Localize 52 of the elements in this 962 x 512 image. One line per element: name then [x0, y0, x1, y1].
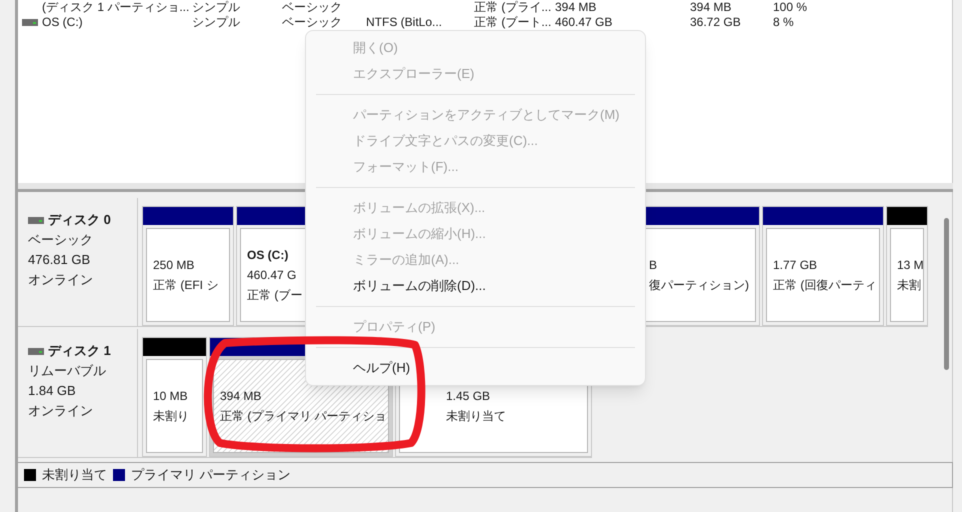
partition-text: 394 MB [220, 388, 262, 405]
partition-block[interactable]: 1.77 GB 正常 (回復パーティ [762, 206, 884, 326]
partition-text: 正常 (回復パーティ [773, 277, 876, 294]
disk-name: ディスク 0 [48, 211, 111, 229]
partition-text: 1.45 GB [446, 388, 490, 405]
partition-block[interactable]: 10 MB 未割り [142, 337, 207, 457]
table-cell: 460.47 GB [555, 15, 612, 29]
table-cell: OS (C:) [42, 15, 83, 29]
partition-text: 13 M [897, 257, 923, 274]
partition-text: B [649, 257, 658, 274]
partition-text: 未割り [153, 408, 189, 425]
disk-type: ベーシック [28, 231, 94, 249]
partition-text: 正常 (プライマリ パーティショ [220, 408, 387, 425]
partition-text: 正常 (ブー [247, 287, 302, 304]
table-cell: 394 MB [690, 0, 732, 14]
drive-icon [22, 18, 38, 26]
disk-status: オンライン [28, 402, 94, 420]
table-cell: ベーシック [282, 0, 342, 14]
table-cell: ベーシック [282, 15, 342, 29]
partition-text: 未割 [897, 277, 921, 294]
partition-title: OS (C:) [247, 247, 288, 264]
legend-label: 未割り当て [42, 466, 107, 484]
partition-block[interactable]: 250 MB 正常 (EFI シ [142, 206, 234, 326]
disk-size: 1.84 GB [28, 382, 77, 400]
disk-name: ディスク 1 [48, 342, 111, 360]
drive-icon [28, 216, 44, 224]
partition-text: 未割り当て [446, 408, 506, 425]
table-cell: 8 % [773, 15, 794, 29]
scrollbar-thumb[interactable] [944, 218, 948, 370]
partition-text: 復パーティション) [649, 277, 749, 294]
table-cell: 正常 (プライ... [474, 0, 552, 14]
table-cell: シンプル [192, 15, 240, 29]
partition-text: 1.77 GB [773, 257, 818, 274]
disk-size: 476.81 GB [28, 251, 92, 269]
table-cell: (ディスク 1 パーティショ... [42, 0, 190, 14]
partition-text: 460.47 G [247, 267, 296, 284]
table-cell: 394 MB [555, 0, 596, 14]
partition-text: 正常 (EFI シ [153, 277, 218, 294]
partition-text: 10 MB [153, 388, 188, 405]
drive-icon [28, 348, 44, 354]
disk-label-panel[interactable]: ディスク 0 ベーシック 476.81 GB オンライン [18, 198, 138, 327]
table-cell: シンプル [192, 0, 240, 14]
disk-type: リムーバブル [28, 362, 107, 380]
legend-label: プライマリ パーティション [131, 466, 291, 484]
partition-block[interactable]: 13 M 未割 [886, 206, 928, 326]
partition-text: 250 MB [153, 257, 194, 274]
disk-status: オンライン [28, 271, 94, 289]
disk-label-panel[interactable]: ディスク 1 リムーバブル 1.84 GB オンライン [18, 329, 138, 458]
table-cell: 正常 (ブート... [474, 15, 552, 29]
table-cell: NTFS (BitLo... [366, 15, 442, 29]
table-cell: 36.72 GB [690, 15, 741, 29]
table-cell: 100 % [773, 0, 808, 14]
